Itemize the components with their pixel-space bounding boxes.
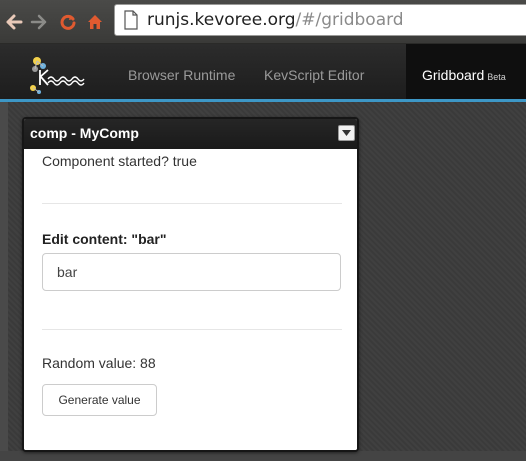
widget-toggle-button[interactable] xyxy=(338,125,355,141)
nav-browser-runtime[interactable]: Browser Runtime xyxy=(128,65,235,85)
forward-icon[interactable] xyxy=(29,12,49,32)
back-icon[interactable] xyxy=(4,12,24,32)
widget-header[interactable]: comp - MyComp xyxy=(24,119,357,149)
chevron-down-icon xyxy=(342,130,351,136)
browser-toolbar: runjs.kevoree.org/#/gridboard xyxy=(0,0,526,44)
component-status: Component started? true xyxy=(42,153,197,169)
url-bar[interactable]: runjs.kevoree.org/#/gridboard xyxy=(114,4,526,36)
widget-title: comp - MyComp xyxy=(30,125,139,141)
component-widget: comp - MyComp Component started? true Ed… xyxy=(22,117,359,452)
home-icon[interactable] xyxy=(85,12,105,32)
url-domain: runjs.kevoree.org xyxy=(147,10,296,30)
kevoree-logo[interactable] xyxy=(28,55,90,95)
page-icon xyxy=(124,10,138,30)
nav-kevscript-editor[interactable]: KevScript Editor xyxy=(264,65,364,85)
beta-badge: Beta xyxy=(487,72,506,82)
edit-content-label: Edit content: "bar" xyxy=(42,231,167,247)
divider xyxy=(42,203,342,204)
content-input[interactable] xyxy=(42,253,341,291)
generate-value-button[interactable]: Generate value xyxy=(42,384,157,416)
url-text: runjs.kevoree.org/#/gridboard xyxy=(147,10,404,30)
reload-icon[interactable] xyxy=(58,12,78,32)
url-path: /#/gridboard xyxy=(295,10,404,30)
workspace-bottom xyxy=(0,451,526,461)
nav-gridboard[interactable]: Gridboard Beta xyxy=(422,65,506,85)
random-value-text: Random value: 88 xyxy=(42,355,156,371)
nav-gridboard-label: Gridboard xyxy=(422,67,485,83)
workspace-edge xyxy=(0,102,8,461)
divider xyxy=(42,329,342,330)
widget-body: Component started? true Edit content: "b… xyxy=(24,149,357,450)
